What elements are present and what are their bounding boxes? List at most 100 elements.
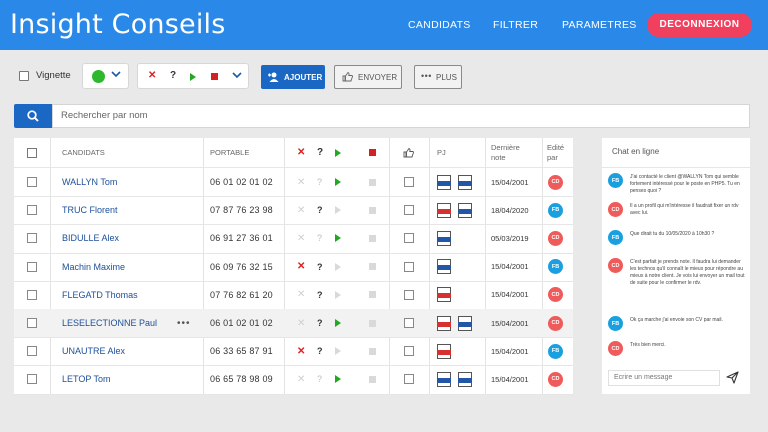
vignette-checkbox[interactable] — [19, 71, 29, 81]
table-row[interactable]: LESELECTIONNE Paul ••• 06 01 02 01 02 ✕? 15/… — [14, 309, 573, 337]
status-question-icon[interactable]: ? — [317, 309, 323, 337]
send-checkbox[interactable] — [404, 281, 414, 309]
table-row[interactable]: FLEGATD Thomas 07 76 82 61 20 ✕? 15/04/2001… — [14, 281, 573, 309]
status-x-icon[interactable]: ✕ — [297, 309, 305, 337]
send-icon[interactable] — [726, 371, 739, 384]
row-more-icon[interactable]: ••• — [177, 309, 191, 337]
status-question-icon[interactable]: ? — [317, 253, 323, 281]
status-question-icon[interactable]: ? — [317, 196, 323, 224]
send-checkbox[interactable] — [404, 196, 414, 224]
header-derniere-note[interactable]: Dernière note — [491, 138, 520, 167]
send-checkbox[interactable] — [404, 337, 414, 365]
header-portable[interactable]: PORTABLE — [210, 138, 249, 167]
status-stop-icon[interactable] — [369, 224, 376, 252]
doc-file-icon[interactable] — [437, 224, 451, 252]
doc-file-icon[interactable] — [437, 253, 451, 281]
status-play-icon[interactable] — [335, 337, 341, 365]
status-stop-icon[interactable] — [369, 281, 376, 309]
status-play-icon[interactable] — [335, 365, 341, 393]
pdf-file-icon[interactable] — [437, 309, 451, 337]
nav-filtrer[interactable]: FILTRER — [493, 19, 538, 31]
search-input[interactable]: Rechercher par nom — [52, 104, 750, 128]
doc-file-icon[interactable] — [458, 309, 472, 337]
candidate-name[interactable]: LETOP Tom — [62, 365, 111, 393]
status-x-icon[interactable]: ✕ — [297, 168, 305, 196]
send-button[interactable]: ENVOYER — [334, 65, 402, 89]
row-checkbox[interactable] — [27, 224, 37, 252]
search-button[interactable] — [14, 104, 52, 128]
row-checkbox[interactable] — [27, 365, 37, 393]
doc-file-icon[interactable] — [437, 365, 451, 393]
row-checkbox[interactable] — [27, 253, 37, 281]
status-filter-dropdown[interactable]: ✕ ? — [137, 63, 249, 89]
row-checkbox[interactable] — [27, 281, 37, 309]
candidate-name[interactable]: Machin Maxime — [62, 253, 125, 281]
header-pj[interactable]: PJ — [437, 138, 446, 167]
status-play-icon[interactable] — [335, 224, 341, 252]
status-question-icon[interactable]: ? — [317, 337, 323, 365]
send-checkbox[interactable] — [404, 365, 414, 393]
send-checkbox[interactable] — [404, 309, 414, 337]
chat-avatar: FB — [608, 173, 623, 188]
select-all-checkbox[interactable] — [27, 138, 37, 167]
status-stop-icon[interactable] — [369, 253, 376, 281]
row-checkbox[interactable] — [27, 309, 37, 337]
candidate-name[interactable]: BIDULLE Alex — [62, 224, 119, 252]
status-play-icon[interactable] — [335, 309, 341, 337]
status-question-icon[interactable]: ? — [317, 365, 322, 393]
candidate-name[interactable]: WALLYN Tom — [62, 168, 117, 196]
table-row[interactable]: TRUC Florent 07 87 76 23 98 ✕? 18/04/2020 FB — [14, 196, 573, 224]
status-stop-icon[interactable] — [369, 196, 376, 224]
status-x-icon[interactable]: ✕ — [297, 365, 305, 393]
nav-parametres[interactable]: PARAMETRES — [562, 19, 637, 31]
status-x-icon[interactable]: ✕ — [297, 253, 305, 281]
doc-file-icon[interactable] — [437, 168, 451, 196]
header-candidats[interactable]: CANDIDATS — [62, 138, 105, 167]
more-button[interactable]: ••• PLUS — [414, 65, 462, 89]
candidate-name[interactable]: UNAUTRE Alex — [62, 337, 125, 365]
doc-file-icon[interactable] — [458, 196, 472, 224]
question-icon: ? — [170, 70, 177, 81]
status-play-icon[interactable] — [335, 253, 341, 281]
candidate-name[interactable]: FLEGATD Thomas — [62, 281, 138, 309]
table-row[interactable]: UNAUTRE Alex 06 33 65 87 91 ✕? 15/04/2001 FB — [14, 337, 573, 365]
status-stop-icon[interactable] — [369, 365, 376, 393]
status-question-icon[interactable]: ? — [317, 224, 322, 252]
row-checkbox[interactable] — [27, 337, 37, 365]
status-play-icon[interactable] — [335, 196, 341, 224]
pdf-file-icon[interactable] — [437, 281, 451, 309]
status-stop-icon[interactable] — [369, 168, 376, 196]
status-x-icon[interactable]: ✕ — [297, 224, 305, 252]
table-row[interactable]: BIDULLE Alex 06 91 27 36 01 ✕? 05/03/2019 CD — [14, 224, 573, 252]
header-question-icon: ? — [317, 147, 324, 158]
candidate-name[interactable]: LESELECTIONNE Paul — [62, 309, 157, 337]
send-checkbox[interactable] — [404, 224, 414, 252]
status-x-icon[interactable]: ✕ — [297, 196, 305, 224]
doc-file-icon[interactable] — [458, 365, 472, 393]
logout-button[interactable]: DECONNEXION — [647, 13, 752, 37]
send-checkbox[interactable] — [404, 253, 414, 281]
pdf-file-icon[interactable] — [437, 337, 451, 365]
row-checkbox[interactable] — [27, 196, 37, 224]
pdf-file-icon[interactable] — [437, 196, 451, 224]
send-checkbox[interactable] — [404, 168, 414, 196]
status-color-dropdown[interactable] — [82, 63, 129, 89]
status-stop-icon[interactable] — [369, 309, 376, 337]
header-edite-par[interactable]: Edité par — [547, 138, 564, 167]
status-x-icon[interactable]: ✕ — [297, 337, 305, 365]
candidate-name[interactable]: TRUC Florent — [62, 196, 118, 224]
row-checkbox[interactable] — [27, 168, 37, 196]
status-x-icon[interactable]: ✕ — [297, 281, 305, 309]
status-stop-icon[interactable] — [369, 337, 376, 365]
table-row[interactable]: WALLYN Tom 06 01 02 01 02 ✕? 15/04/2001 CD — [14, 168, 573, 196]
status-play-icon[interactable] — [335, 281, 341, 309]
status-play-icon[interactable] — [335, 168, 341, 196]
add-candidate-button[interactable]: AJOUTER — [261, 65, 325, 89]
status-question-icon[interactable]: ? — [317, 168, 322, 196]
status-question-icon[interactable]: ? — [317, 281, 323, 309]
table-row[interactable]: LETOP Tom 06 65 78 98 09 ✕? 15/04/2001 CD — [14, 365, 573, 393]
nav-candidats[interactable]: CANDIDATS — [408, 19, 471, 31]
chat-message-input[interactable]: Ecrire un message — [608, 370, 720, 386]
table-row[interactable]: Machin Maxime 06 09 76 32 15 ✕? 15/04/2001 F… — [14, 253, 573, 281]
doc-file-icon[interactable] — [458, 168, 472, 196]
